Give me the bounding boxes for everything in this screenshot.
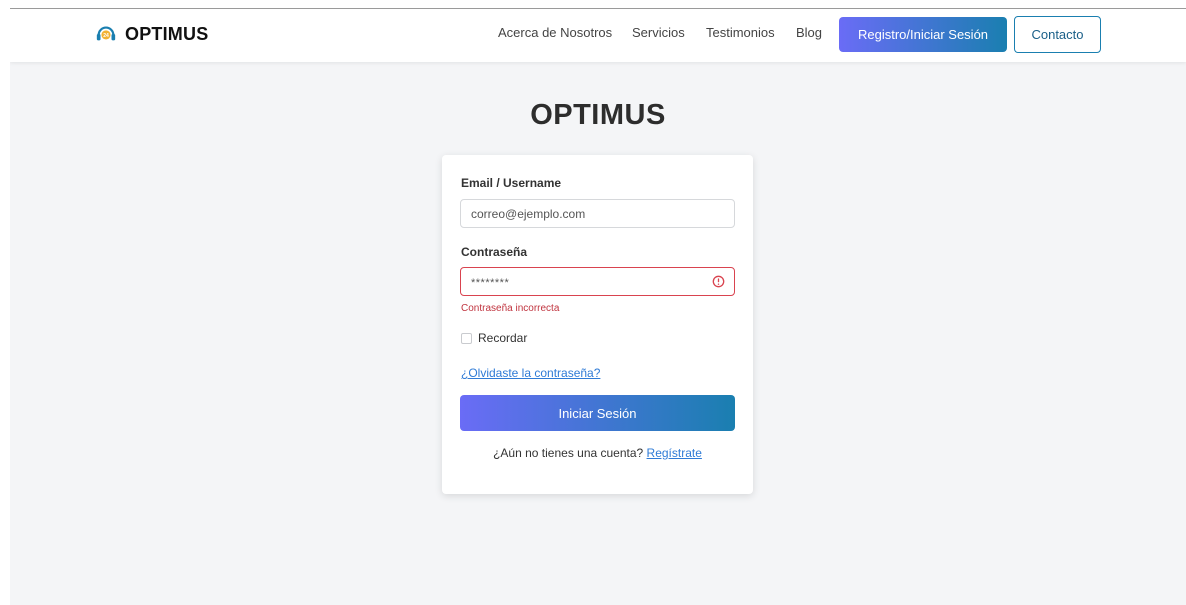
nav-link-blog[interactable]: Blog: [796, 25, 822, 40]
headset-logo-icon: 24: [96, 26, 116, 41]
signup-link[interactable]: Regístrate: [647, 446, 702, 460]
navbar: 24 OPTIMUS Acerca de Nosotros Servicios …: [10, 9, 1186, 62]
register-login-button[interactable]: Registro/Iniciar Sesión: [839, 17, 1007, 52]
remember-checkbox[interactable]: [461, 332, 472, 344]
password-error-message: Contraseña incorrecta: [461, 303, 560, 314]
login-card: Email / Username correo@ejemplo.com Cont…: [442, 155, 753, 494]
page-title: OPTIMUS: [530, 99, 666, 131]
forgot-password-link[interactable]: ¿Olvidaste la contraseña?: [461, 366, 600, 380]
password-value: ********: [471, 276, 510, 289]
nav-link-services[interactable]: Servicios: [632, 25, 685, 40]
brand-name: OPTIMUS: [125, 23, 209, 44]
email-label: Email / Username: [461, 176, 562, 190]
remember-me: Recordar: [461, 331, 527, 345]
password-field[interactable]: ********: [460, 267, 735, 296]
login-submit-button[interactable]: Iniciar Sesión: [460, 395, 735, 431]
nav-link-about[interactable]: Acerca de Nosotros: [498, 25, 612, 40]
brand[interactable]: 24 OPTIMUS: [95, 23, 208, 45]
alert-circle-icon: [712, 275, 725, 288]
contact-button[interactable]: Contacto: [1014, 16, 1101, 53]
signup-prompt: ¿Aún no tienes una cuenta?: [493, 446, 647, 460]
nav-link-testimonials[interactable]: Testimonios: [706, 25, 775, 40]
signup-row: ¿Aún no tienes una cuenta? Regístrate: [442, 446, 753, 460]
page: 24 OPTIMUS Acerca de Nosotros Servicios …: [10, 8, 1186, 605]
svg-text:24: 24: [103, 33, 109, 39]
remember-label[interactable]: Recordar: [478, 331, 527, 345]
password-label: Contraseña: [461, 245, 528, 259]
email-value: correo@ejemplo.com: [471, 206, 586, 221]
email-field[interactable]: correo@ejemplo.com: [460, 199, 735, 228]
